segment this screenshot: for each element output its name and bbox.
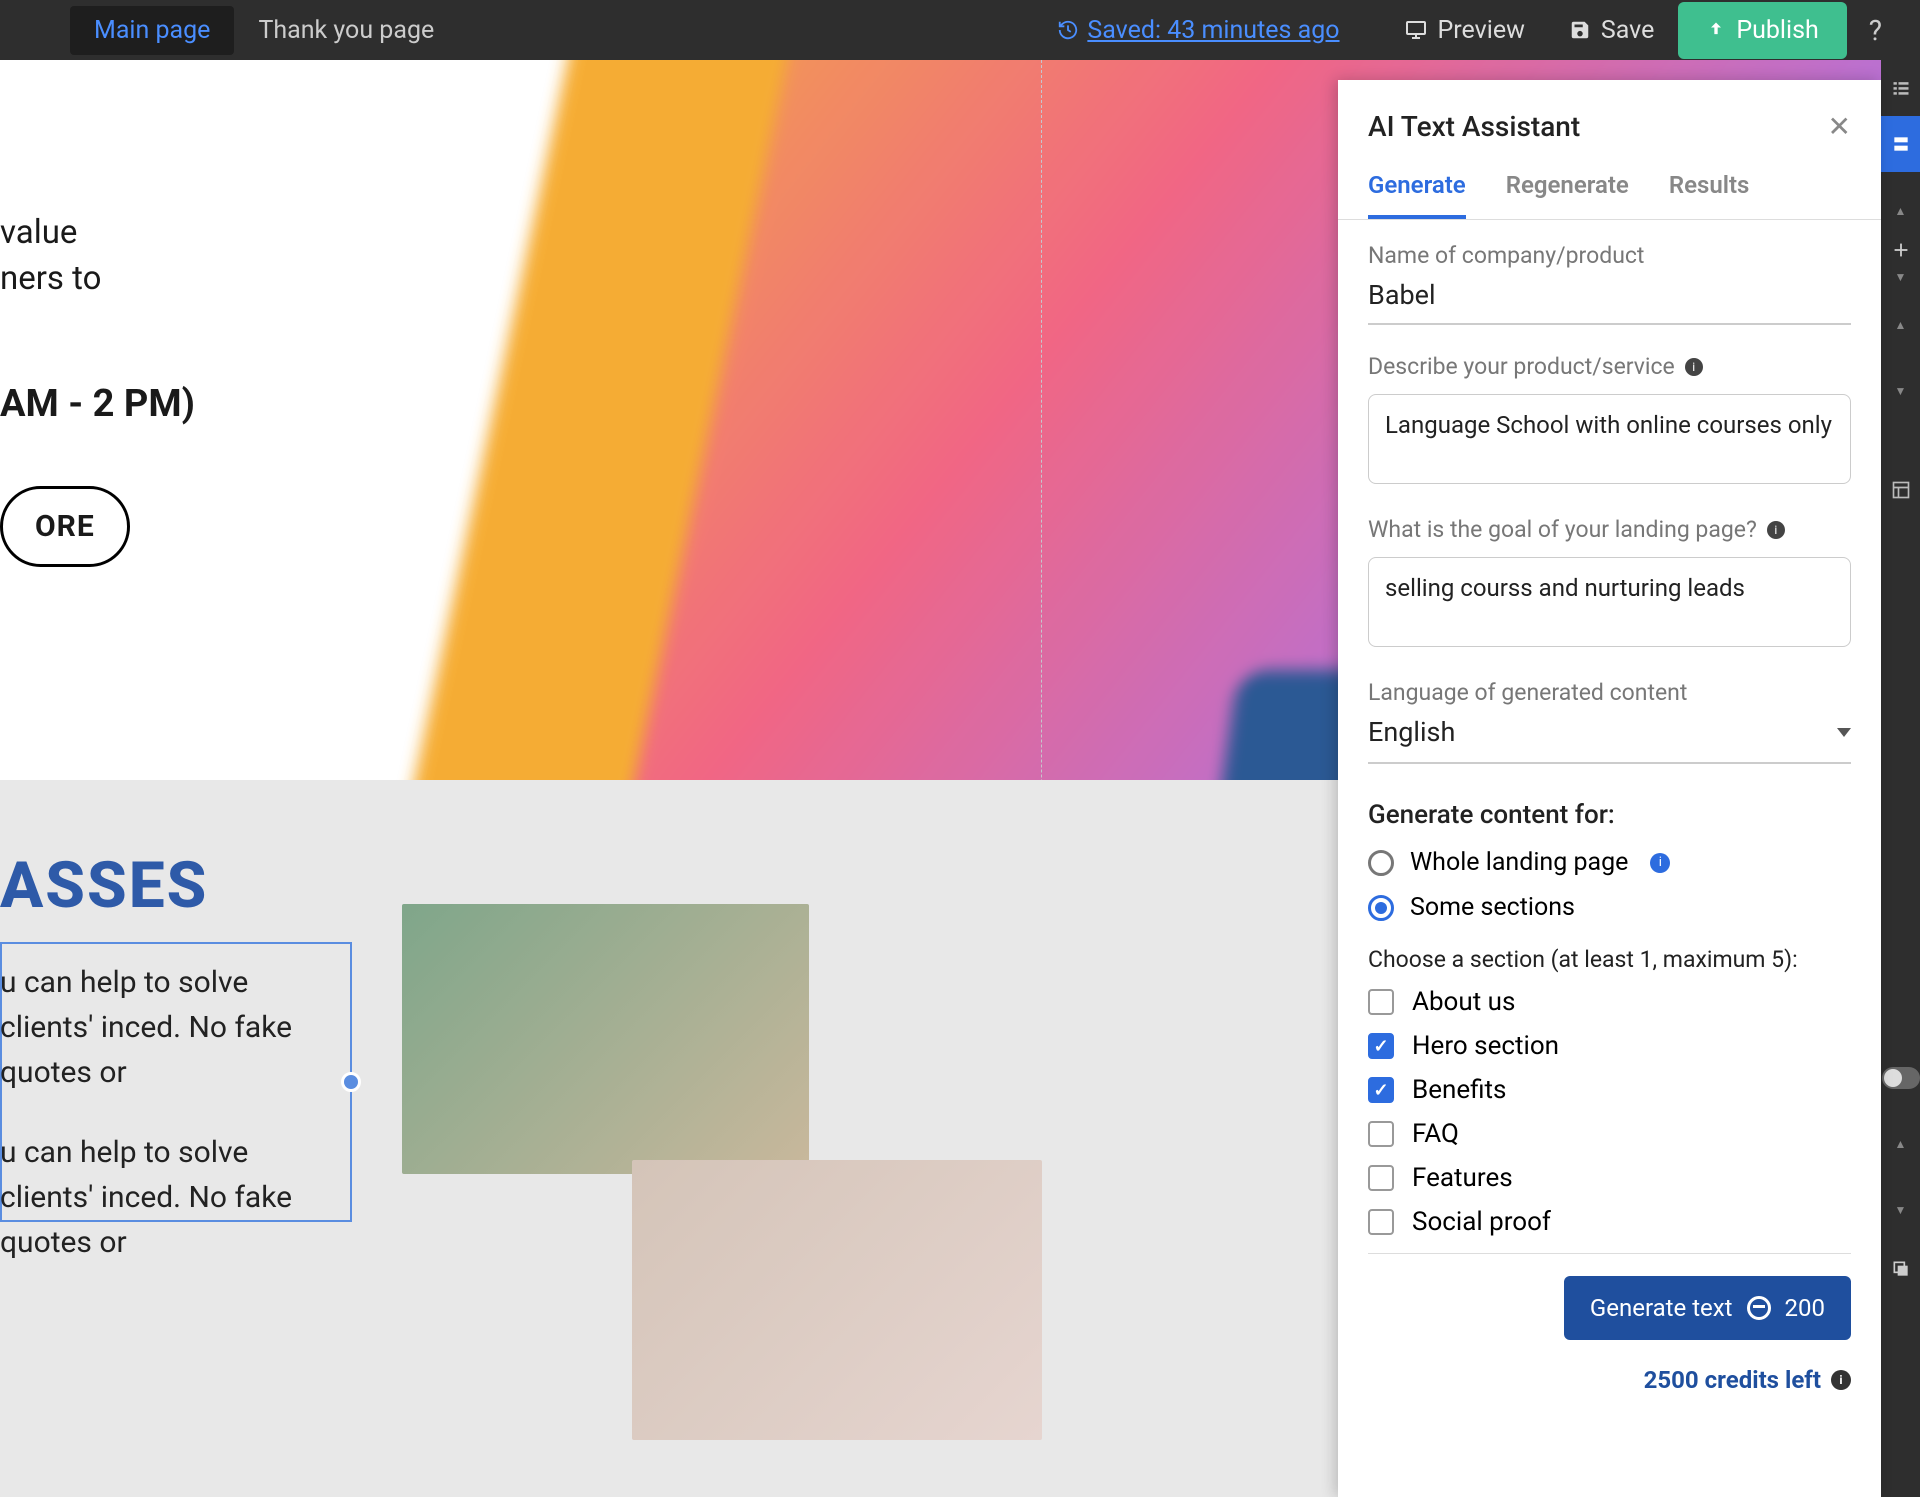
toggle-switch[interactable] [1882, 1067, 1920, 1089]
upload-icon [1706, 20, 1726, 40]
radio-some-label: Some sections [1410, 893, 1575, 922]
body-text-2[interactable]: u can help to solve clients' inced. No f… [0, 1130, 340, 1265]
copy-icon[interactable] [1881, 1241, 1920, 1297]
generate-cost: 200 [1785, 1294, 1825, 1322]
credits-left: 2500 credits left i [1368, 1366, 1851, 1394]
saved-status-link[interactable]: Saved: 43 minutes ago [1057, 16, 1339, 45]
generate-btn-label: Generate text [1590, 1294, 1733, 1322]
layout-icon[interactable] [1881, 462, 1920, 518]
body-text-1[interactable]: u can help to solve clients' inced. No f… [0, 960, 340, 1095]
checkbox-icon: ✓ [1368, 1077, 1394, 1103]
chevron-down-icon-3[interactable]: ▼ [1895, 1203, 1907, 1217]
top-bar: Main page Thank you page Saved: 43 minut… [0, 0, 1920, 60]
classes-image-1[interactable] [402, 904, 809, 1174]
radio-whole-label: Whole landing page [1410, 848, 1628, 877]
info-icon[interactable]: i [1650, 853, 1670, 873]
right-toolbar: ▲ ▼ ▲ ▼ ▲ ▼ [1881, 60, 1920, 1497]
checkbox-icon [1368, 989, 1394, 1015]
generate-text-button[interactable]: Generate text 200 [1564, 1276, 1851, 1340]
list-icon[interactable] [1881, 60, 1920, 116]
checkbox-social-proof[interactable]: Social proof [1368, 1207, 1851, 1237]
hero-cta-button[interactable]: ORE [0, 486, 130, 567]
publish-label: Publish [1736, 16, 1818, 45]
goal-label: What is the goal of your landing page? i [1368, 516, 1851, 543]
tab-results[interactable]: Results [1669, 171, 1750, 219]
radio-some-sections[interactable]: Some sections [1368, 893, 1851, 922]
describe-label: Describe your product/service i [1368, 353, 1851, 380]
preview-label: Preview [1438, 16, 1525, 45]
goal-label-text: What is the goal of your landing page? [1368, 516, 1757, 543]
language-select[interactable]: English [1368, 706, 1851, 764]
checkbox-label: Hero section [1412, 1031, 1559, 1061]
checkbox-icon [1368, 1165, 1394, 1191]
credits-left-text: 2500 credits left [1644, 1366, 1821, 1394]
panel-body: Name of company/product Describe your pr… [1338, 220, 1881, 1497]
radio-icon [1368, 895, 1394, 921]
chevron-up-icon-3[interactable]: ▲ [1895, 1137, 1907, 1151]
checkbox-icon [1368, 1121, 1394, 1147]
tab-regenerate[interactable]: Regenerate [1506, 171, 1629, 219]
help-button[interactable]: ? [1851, 14, 1900, 47]
checkbox-about-us[interactable]: About us [1368, 987, 1851, 1017]
chevron-down-icon-2[interactable]: ▼ [1895, 384, 1907, 398]
save-icon [1569, 19, 1591, 41]
hero-time-text: AM - 2 PM) [0, 382, 195, 426]
info-icon[interactable]: i [1685, 358, 1703, 376]
tab-generate[interactable]: Generate [1368, 171, 1466, 219]
language-label: Language of generated content [1368, 679, 1851, 706]
credits-icon [1747, 1296, 1771, 1320]
chevron-down-icon [1837, 728, 1851, 737]
info-icon[interactable]: i [1831, 1370, 1851, 1390]
checkbox-icon [1368, 1209, 1394, 1235]
generate-for-label: Generate content for: [1368, 800, 1851, 830]
checkbox-hero-section[interactable]: ✓ Hero section [1368, 1031, 1851, 1061]
panel-title: AI Text Assistant [1368, 110, 1580, 143]
divider [1368, 1253, 1851, 1254]
page-tabs: Main page Thank you page [70, 6, 458, 55]
publish-button[interactable]: Publish [1678, 2, 1846, 59]
classes-image-2[interactable] [632, 1160, 1042, 1440]
panel-header: AI Text Assistant ✕ [1338, 80, 1881, 153]
close-icon[interactable]: ✕ [1828, 110, 1851, 143]
describe-textarea[interactable]: Language School with online courses only [1368, 394, 1851, 484]
language-value: English [1368, 716, 1455, 748]
company-label: Name of company/product [1368, 242, 1851, 269]
checkbox-faq[interactable]: FAQ [1368, 1119, 1851, 1149]
add-element-icon[interactable] [1881, 222, 1920, 278]
tab-thank-you-page[interactable]: Thank you page [234, 6, 458, 55]
checkbox-label: Social proof [1412, 1207, 1551, 1237]
save-label: Save [1601, 16, 1654, 45]
radio-icon [1368, 850, 1394, 876]
chevron-up-icon[interactable]: ▲ [1895, 204, 1907, 218]
company-input[interactable] [1368, 269, 1851, 325]
checkbox-label: Benefits [1412, 1075, 1506, 1105]
checkbox-label: FAQ [1412, 1119, 1459, 1149]
describe-label-text: Describe your product/service [1368, 353, 1675, 380]
chevron-up-icon-2[interactable]: ▲ [1895, 318, 1907, 332]
history-icon [1057, 19, 1079, 41]
checkbox-benefits[interactable]: ✓ Benefits [1368, 1075, 1851, 1105]
preview-button[interactable]: Preview [1384, 6, 1545, 55]
choose-section-label: Choose a section (at least 1, maximum 5)… [1368, 946, 1851, 973]
save-button[interactable]: Save [1549, 6, 1674, 55]
radio-whole-page[interactable]: Whole landing page i [1368, 848, 1851, 877]
hero-line-2: ners to [0, 256, 195, 302]
section-tool-icon[interactable] [1881, 116, 1920, 172]
tab-main-page[interactable]: Main page [70, 6, 234, 55]
checkbox-label: Features [1412, 1163, 1513, 1193]
saved-status-text: Saved: 43 minutes ago [1087, 16, 1339, 45]
checkbox-features[interactable]: Features [1368, 1163, 1851, 1193]
hero-line-1: value [0, 210, 195, 256]
ai-text-assistant-panel: AI Text Assistant ✕ Generate Regenerate … [1338, 80, 1881, 1497]
info-icon[interactable]: i [1767, 521, 1785, 539]
resize-handle-right[interactable] [341, 1072, 361, 1092]
goal-textarea[interactable]: selling courss and nurturing leads [1368, 557, 1851, 647]
checkbox-icon: ✓ [1368, 1033, 1394, 1059]
checkbox-label: About us [1412, 987, 1515, 1017]
panel-tabs: Generate Regenerate Results [1338, 153, 1881, 220]
hero-text-block: value ners to AM - 2 PM) ORE [0, 210, 195, 567]
monitor-icon [1404, 18, 1428, 42]
